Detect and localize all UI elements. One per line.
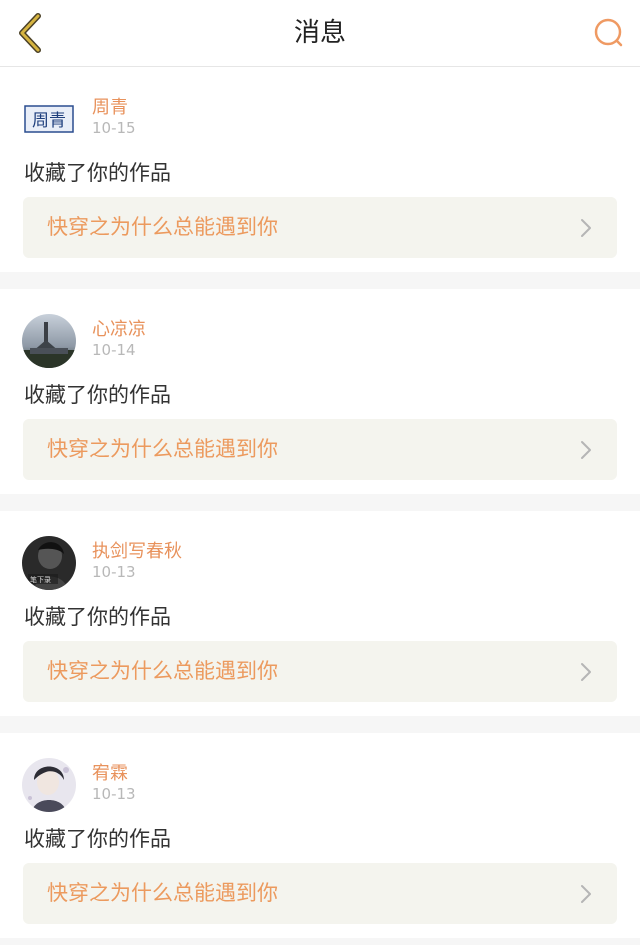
message-card: 宥霖 10-13 收藏了你的作品 快穿之为什么总能遇到你 <box>0 733 640 938</box>
work-title: 快穿之为什么总能遇到你 <box>47 215 278 239</box>
messages-screen: 消息 周青 周青 10-15 收藏了你的作品 快穿之为什么总能遇到你 心凉凉 1… <box>0 0 640 945</box>
timestamp: 10-15 <box>92 119 136 137</box>
action-text: 收藏了你的作品 <box>24 161 171 185</box>
chevron-right-icon <box>581 663 591 681</box>
avatar-image <box>22 314 76 368</box>
avatar-text: 笔下录 <box>30 575 51 584</box>
work-title: 快穿之为什么总能遇到你 <box>47 437 278 461</box>
work-link[interactable]: 快穿之为什么总能遇到你 <box>23 863 617 924</box>
avatar-image: 笔下录 <box>22 536 76 590</box>
work-title: 快穿之为什么总能遇到你 <box>47 659 278 683</box>
action-text: 收藏了你的作品 <box>24 827 171 851</box>
nav-header: 消息 <box>0 0 640 67</box>
message-card: 心凉凉 10-14 收藏了你的作品 快穿之为什么总能遇到你 <box>0 289 640 494</box>
avatar-image <box>22 758 76 812</box>
avatar-text: 周青 <box>32 111 66 131</box>
work-link[interactable]: 快穿之为什么总能遇到你 <box>23 197 617 258</box>
action-text: 收藏了你的作品 <box>24 383 171 407</box>
chevron-right-icon <box>581 441 591 459</box>
username[interactable]: 执剑写春秋 <box>92 537 182 563</box>
username[interactable]: 周青 <box>92 93 128 119</box>
chevron-right-icon <box>581 885 591 903</box>
page-title: 消息 <box>293 18 346 48</box>
back-button[interactable] <box>10 11 50 55</box>
message-card: 笔下录 执剑写春秋 10-13 收藏了你的作品 快穿之为什么总能遇到你 <box>0 511 640 716</box>
avatar-image: 周青 <box>22 92 76 146</box>
avatar[interactable]: 周青 <box>22 92 76 146</box>
work-link[interactable]: 快穿之为什么总能遇到你 <box>23 641 617 702</box>
chevron-right-icon <box>581 219 591 237</box>
timestamp: 10-13 <box>92 785 136 803</box>
search-icon <box>594 18 623 47</box>
avatar[interactable]: 笔下录 <box>22 536 76 590</box>
action-text: 收藏了你的作品 <box>24 605 171 629</box>
timestamp: 10-14 <box>92 341 136 359</box>
chevron-left-icon <box>19 13 41 53</box>
avatar[interactable] <box>22 314 76 368</box>
search-button[interactable] <box>590 14 628 52</box>
avatar[interactable] <box>22 758 76 812</box>
work-link[interactable]: 快穿之为什么总能遇到你 <box>23 419 617 480</box>
username[interactable]: 心凉凉 <box>92 315 146 341</box>
username[interactable]: 宥霖 <box>92 759 128 785</box>
timestamp: 10-13 <box>92 563 136 581</box>
message-card: 周青 周青 10-15 收藏了你的作品 快穿之为什么总能遇到你 <box>0 67 640 272</box>
work-title: 快穿之为什么总能遇到你 <box>47 881 278 905</box>
